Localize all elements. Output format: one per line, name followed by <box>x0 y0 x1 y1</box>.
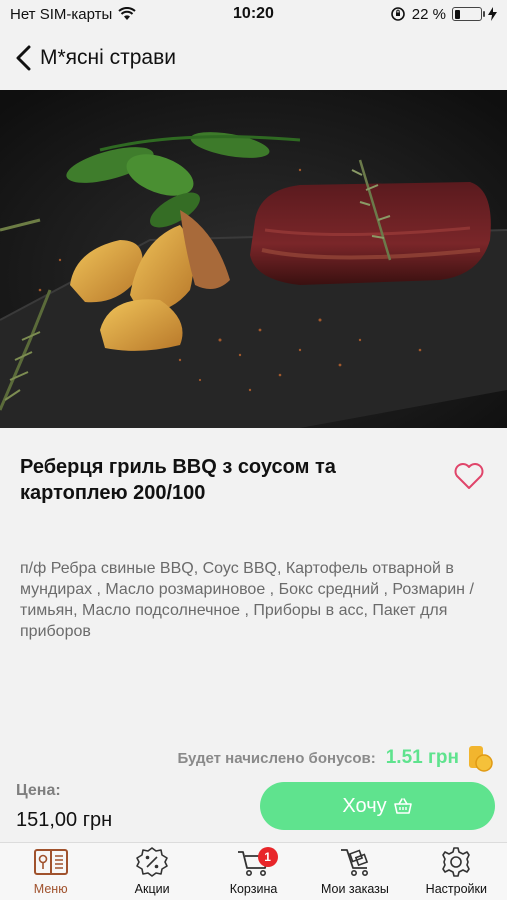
battery-level <box>454 9 460 19</box>
want-button[interactable]: Хочу <box>260 782 495 830</box>
product-title: Реберця гриль BBQ з соусом та картоплею … <box>20 456 336 504</box>
battery-icon <box>452 7 485 21</box>
tab-bar: Меню Акции 1 Корзина Мои заказы Настройк… <box>0 842 507 900</box>
gear-icon <box>442 847 471 877</box>
nav-bar: М*ясні страви <box>0 28 507 88</box>
discount-icon <box>136 847 168 877</box>
wifi-icon <box>118 7 136 20</box>
charging-bolt-icon <box>488 7 497 21</box>
tab-settings[interactable]: Настройки <box>406 843 507 900</box>
status-left: Нет SIM-карты <box>10 6 136 23</box>
status-right: 22 % <box>390 6 497 23</box>
chevron-left-icon <box>16 45 31 71</box>
bonus-label: Будет начислено бонусов: <box>177 749 376 767</box>
price-value: 151,00 грн <box>16 809 113 831</box>
tab-orders-label: Мои заказы <box>320 882 389 896</box>
product-image <box>0 90 507 428</box>
tab-menu-label: Меню <box>33 882 68 896</box>
tab-menu[interactable]: Меню <box>0 843 101 900</box>
cart-badge: 1 <box>257 847 278 867</box>
back-button[interactable]: М*ясні страви <box>14 45 176 71</box>
status-bar: Нет SIM-карты 10:20 22 % <box>0 0 507 28</box>
product-details: Реберця гриль BBQ з соусом та картоплею … <box>0 428 507 642</box>
tab-cart[interactable]: 1 Корзина <box>203 843 304 900</box>
back-title: М*ясні страви <box>40 46 176 69</box>
coins-icon <box>469 746 493 772</box>
orientation-lock-icon <box>390 7 405 21</box>
title-row: Реберця гриль BBQ з соусом та картоплею … <box>0 428 507 506</box>
basket-icon <box>393 798 412 814</box>
menu-book-icon <box>33 849 68 875</box>
orders-trolley-icon <box>340 849 369 876</box>
bonus-value: 1.51 грн <box>385 747 459 768</box>
product-description: п/ф Ребра свиные BBQ, Соус BBQ, Картофел… <box>20 560 474 640</box>
bonus-row: Будет начислено бонусов: 1.51 грн <box>177 744 493 772</box>
price-block: Цена: 151,00 грн <box>16 782 112 832</box>
price-label: Цена: <box>16 782 61 799</box>
tab-orders[interactable]: Мои заказы <box>304 843 405 900</box>
tab-promotions[interactable]: Акции <box>101 843 202 900</box>
tab-settings-label: Настройки <box>425 882 487 896</box>
battery-percent: 22 % <box>411 5 446 23</box>
tab-promotions-label: Акции <box>134 882 170 896</box>
tab-cart-label: Корзина <box>229 882 278 896</box>
carrier-label: Нет SIM-карты <box>10 5 113 23</box>
favorite-heart-icon[interactable] <box>453 462 485 490</box>
want-button-label: Хочу <box>342 794 387 817</box>
